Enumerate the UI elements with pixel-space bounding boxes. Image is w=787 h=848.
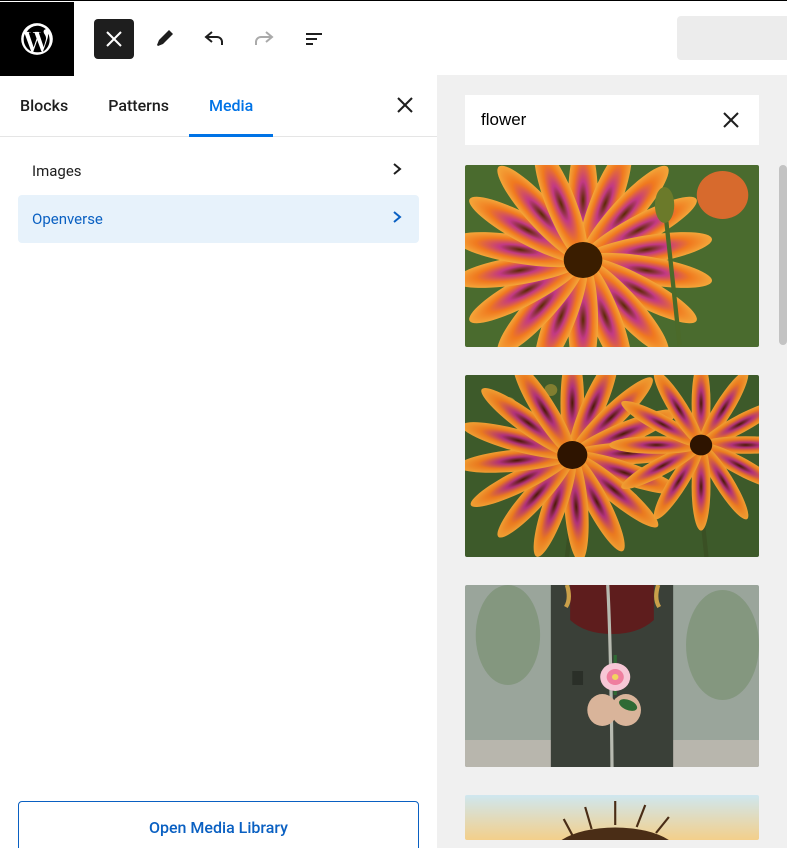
sunset-flower-image: [465, 795, 759, 840]
open-media-library-button[interactable]: Open Media Library: [18, 801, 419, 848]
media-nav-images-label: Images: [32, 162, 82, 180]
media-nav-images[interactable]: Images: [18, 147, 419, 195]
undo-icon: [202, 27, 226, 51]
result-thumb[interactable]: [465, 165, 759, 347]
undo-button[interactable]: [194, 19, 234, 59]
edit-icon: [153, 28, 175, 50]
edit-button[interactable]: [144, 19, 184, 59]
close-icon: [395, 95, 415, 115]
tab-blocks[interactable]: Blocks: [0, 75, 88, 136]
person-flower-image: [465, 585, 759, 767]
inserter-tabs: Blocks Patterns Media: [0, 75, 437, 137]
chevron-right-icon: [389, 161, 405, 181]
search-input[interactable]: [479, 109, 717, 131]
tab-underline: [189, 134, 273, 137]
result-thumb[interactable]: [465, 585, 759, 767]
close-inserter-button[interactable]: [94, 19, 134, 59]
tab-media[interactable]: Media: [189, 75, 273, 136]
wordpress-icon: [18, 20, 56, 58]
top-right-panel-stub: [677, 16, 787, 60]
close-panel-button[interactable]: [389, 89, 421, 121]
redo-button: [244, 19, 284, 59]
tab-patterns-label: Patterns: [108, 96, 169, 115]
media-nav-openverse-label: Openverse: [32, 210, 103, 228]
tab-blocks-label: Blocks: [20, 96, 68, 115]
tab-media-label: Media: [209, 96, 253, 115]
close-icon: [103, 28, 125, 50]
media-nav-openverse[interactable]: Openverse: [18, 195, 419, 243]
result-thumb[interactable]: [465, 795, 759, 840]
redo-icon: [252, 27, 276, 51]
chevron-right-icon: [389, 209, 405, 229]
flower-image: [465, 165, 759, 347]
openverse-search: [465, 95, 759, 145]
tab-patterns[interactable]: Patterns: [88, 75, 189, 136]
result-thumb[interactable]: [465, 375, 759, 557]
open-media-library-label: Open Media Library: [149, 818, 288, 837]
document-outline-button[interactable]: [294, 19, 334, 59]
wp-logo[interactable]: [0, 2, 74, 76]
clear-search-button[interactable]: [717, 106, 745, 134]
scrollbar-thumb[interactable]: [779, 165, 787, 345]
outline-icon: [303, 28, 325, 50]
close-icon: [721, 110, 741, 130]
flower-image: [465, 375, 759, 557]
